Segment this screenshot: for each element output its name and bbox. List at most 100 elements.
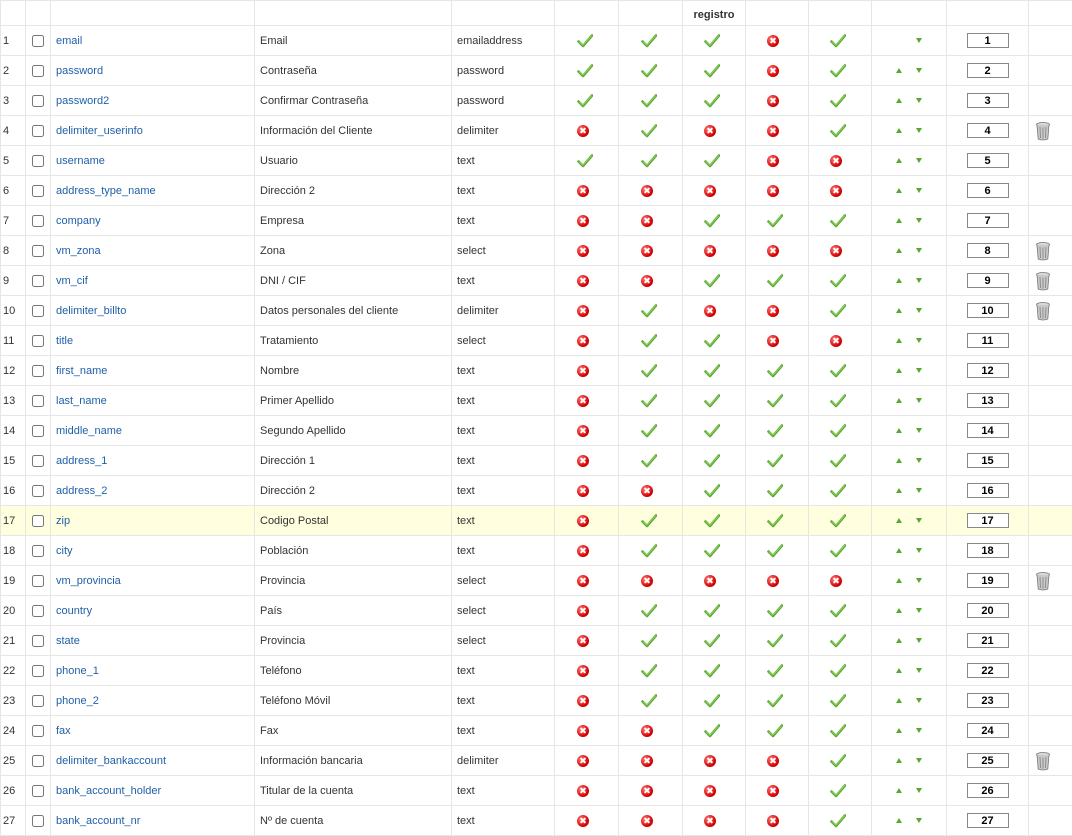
arrow-down-icon[interactable] <box>916 548 922 553</box>
arrow-down-icon[interactable] <box>916 638 922 643</box>
arrow-up-icon[interactable] <box>896 548 902 553</box>
check-icon[interactable] <box>577 94 593 108</box>
check-icon[interactable] <box>830 94 846 108</box>
x-circle-icon[interactable] <box>579 604 591 616</box>
check-icon[interactable] <box>767 664 783 678</box>
x-circle-icon[interactable] <box>579 664 591 676</box>
x-circle-icon[interactable] <box>769 94 781 106</box>
check-icon[interactable] <box>641 604 657 618</box>
check-icon[interactable] <box>704 694 720 708</box>
check-icon[interactable] <box>830 664 846 678</box>
x-circle-icon[interactable] <box>706 754 718 766</box>
ordering-input[interactable] <box>967 543 1009 558</box>
ordering-input[interactable] <box>967 303 1009 318</box>
arrow-down-icon[interactable] <box>916 398 922 403</box>
x-circle-icon[interactable] <box>579 784 591 796</box>
x-circle-icon[interactable] <box>832 184 844 196</box>
ordering-input[interactable] <box>967 123 1009 138</box>
field-name-link[interactable]: last_name <box>56 395 107 407</box>
check-icon[interactable] <box>641 454 657 468</box>
x-circle-icon[interactable] <box>643 724 655 736</box>
x-circle-icon[interactable] <box>706 124 718 136</box>
x-circle-icon[interactable] <box>832 334 844 346</box>
arrow-down-icon[interactable] <box>916 158 922 163</box>
field-name-link[interactable]: delimiter_bankaccount <box>56 755 166 767</box>
check-icon[interactable] <box>641 394 657 408</box>
check-icon[interactable] <box>641 424 657 438</box>
x-circle-icon[interactable] <box>579 124 591 136</box>
check-icon[interactable] <box>830 364 846 378</box>
field-name-link[interactable]: address_2 <box>56 485 107 497</box>
ordering-input[interactable] <box>967 393 1009 408</box>
check-icon[interactable] <box>830 514 846 528</box>
field-name-link[interactable]: username <box>56 155 105 167</box>
check-icon[interactable] <box>641 634 657 648</box>
x-circle-icon[interactable] <box>643 214 655 226</box>
x-circle-icon[interactable] <box>579 334 591 346</box>
arrow-up-icon[interactable] <box>896 788 902 793</box>
arrow-up-icon[interactable] <box>896 218 902 223</box>
check-icon[interactable] <box>577 64 593 78</box>
x-circle-icon[interactable] <box>832 244 844 256</box>
row-checkbox[interactable] <box>32 35 44 47</box>
field-name-link[interactable]: address_1 <box>56 455 107 467</box>
check-icon[interactable] <box>704 364 720 378</box>
check-icon[interactable] <box>767 484 783 498</box>
arrow-down-icon[interactable] <box>916 518 922 523</box>
row-checkbox[interactable] <box>32 275 44 287</box>
check-icon[interactable] <box>830 394 846 408</box>
arrow-up-icon[interactable] <box>896 578 902 583</box>
row-checkbox[interactable] <box>32 725 44 737</box>
check-icon[interactable] <box>830 454 846 468</box>
field-name-link[interactable]: first_name <box>56 365 107 377</box>
x-circle-icon[interactable] <box>706 814 718 826</box>
row-checkbox[interactable] <box>32 755 44 767</box>
row-checkbox[interactable] <box>32 215 44 227</box>
ordering-input[interactable] <box>967 633 1009 648</box>
check-icon[interactable] <box>704 94 720 108</box>
check-icon[interactable] <box>830 634 846 648</box>
arrow-down-icon[interactable] <box>916 818 922 823</box>
arrow-down-icon[interactable] <box>916 428 922 433</box>
check-icon[interactable] <box>830 304 846 318</box>
ordering-input[interactable] <box>967 663 1009 678</box>
ordering-input[interactable] <box>967 63 1009 78</box>
x-circle-icon[interactable] <box>769 34 781 46</box>
x-circle-icon[interactable] <box>643 754 655 766</box>
x-circle-icon[interactable] <box>769 64 781 76</box>
row-checkbox[interactable] <box>32 425 44 437</box>
row-checkbox[interactable] <box>32 605 44 617</box>
check-icon[interactable] <box>577 154 593 168</box>
arrow-up-icon[interactable] <box>896 458 902 463</box>
arrow-down-icon[interactable] <box>916 68 922 73</box>
x-circle-icon[interactable] <box>579 424 591 436</box>
check-icon[interactable] <box>830 214 846 228</box>
check-icon[interactable] <box>767 724 783 738</box>
x-circle-icon[interactable] <box>579 304 591 316</box>
ordering-input[interactable] <box>967 423 1009 438</box>
x-circle-icon[interactable] <box>769 244 781 256</box>
row-checkbox[interactable] <box>32 365 44 377</box>
arrow-up-icon[interactable] <box>896 98 902 103</box>
check-icon[interactable] <box>704 334 720 348</box>
field-name-link[interactable]: bank_account_nr <box>56 815 140 827</box>
check-icon[interactable] <box>767 634 783 648</box>
x-circle-icon[interactable] <box>643 814 655 826</box>
arrow-down-icon[interactable] <box>916 98 922 103</box>
row-checkbox[interactable] <box>32 695 44 707</box>
arrow-down-icon[interactable] <box>916 338 922 343</box>
check-icon[interactable] <box>767 514 783 528</box>
arrow-down-icon[interactable] <box>916 218 922 223</box>
trash-icon[interactable] <box>1034 244 1052 256</box>
check-icon[interactable] <box>641 514 657 528</box>
arrow-up-icon[interactable] <box>896 338 902 343</box>
arrow-up-icon[interactable] <box>896 248 902 253</box>
arrow-up-icon[interactable] <box>896 128 902 133</box>
field-name-link[interactable]: title <box>56 335 73 347</box>
x-circle-icon[interactable] <box>643 274 655 286</box>
ordering-input[interactable] <box>967 273 1009 288</box>
x-circle-icon[interactable] <box>643 244 655 256</box>
trash-icon[interactable] <box>1034 754 1052 766</box>
check-icon[interactable] <box>767 394 783 408</box>
check-icon[interactable] <box>704 424 720 438</box>
